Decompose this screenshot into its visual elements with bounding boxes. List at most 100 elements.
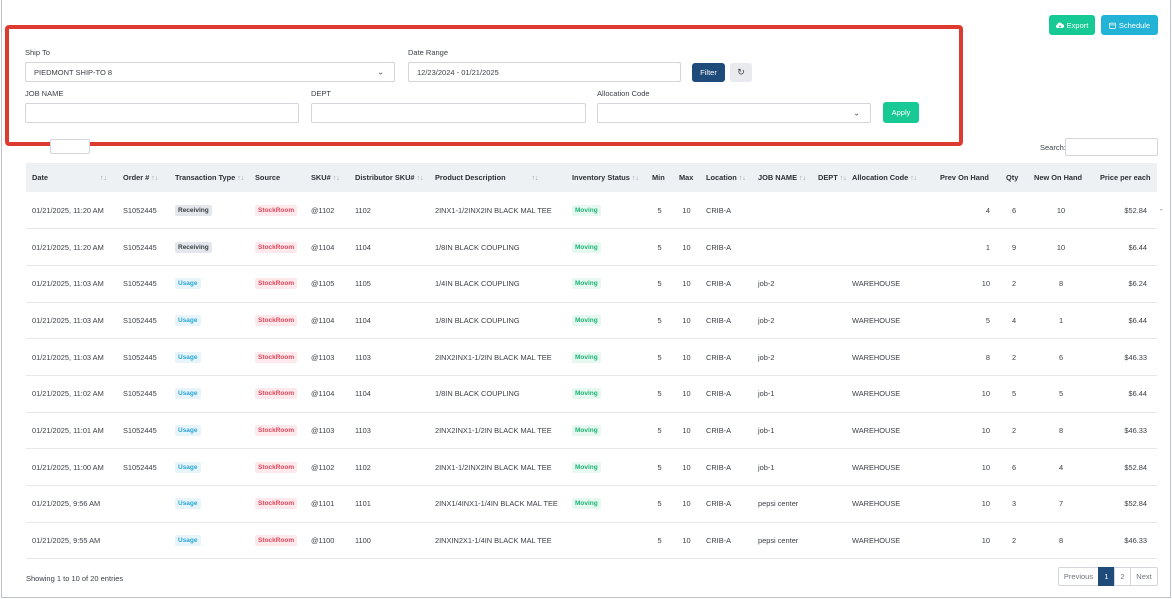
pagination: Previous 1 2 Next: [1058, 567, 1158, 586]
column-header[interactable]: Inventory Status ↑↓: [566, 163, 646, 192]
search-input[interactable]: [1065, 138, 1158, 156]
page-2-button[interactable]: 2: [1114, 567, 1131, 586]
sort-icon: ↑↓: [839, 175, 846, 182]
column-header[interactable]: Prev On Hand: [934, 163, 1000, 192]
sort-icon: ↑↓: [738, 175, 746, 182]
table-row[interactable]: 01/21/2025, 11:20 AM S1052445 Receiving Sto…: [26, 228, 1157, 266]
cell-price: $6.24: [1094, 265, 1157, 303]
cell-job-name: [752, 228, 812, 266]
dept-input[interactable]: [311, 103, 586, 123]
cell-price: $52.84: [1094, 192, 1157, 230]
cell-transaction-type: Usage: [169, 522, 249, 560]
table-row[interactable]: 01/21/2025, 11:20 AM S1052445 Receiving Sto…: [26, 192, 1157, 230]
table-header-row: Date ↑↓ Order # ↑↓ Transaction Type ↑↓ Sour…: [26, 163, 1157, 192]
cell-transaction-type: Usage: [169, 265, 249, 303]
allocation-code-select[interactable]: ⌄: [597, 103, 871, 123]
date-range-input[interactable]: 12/23/2024 - 01/21/2025: [408, 62, 681, 82]
table-row[interactable]: 01/21/2025, 11:01 AM S1052445 Usage StockRo…: [26, 412, 1157, 450]
column-header[interactable]: Min: [646, 163, 673, 192]
entries-per-page-select[interactable]: [50, 139, 90, 154]
transaction-type-badge: Usage: [175, 351, 201, 363]
column-header[interactable]: JOB NAME ↑↓: [752, 163, 812, 192]
cell-allocation-code: WAREHOUSE: [846, 448, 934, 486]
column-label: SKU#: [311, 173, 331, 182]
column-header[interactable]: Transaction Type ↑↓: [169, 163, 249, 192]
cell-order-number: S1052445: [117, 448, 169, 486]
cell-location: CRIB-A: [700, 375, 752, 413]
column-header[interactable]: Price per each: [1094, 163, 1157, 192]
cell-price: $46.33: [1094, 338, 1157, 376]
transactions-table: Date ↑↓ Order # ↑↓ Transaction Type ↑↓ Sour…: [26, 163, 1157, 560]
table-row[interactable]: 01/21/2025, 9:55 AM Usage StockRoom @1100 11…: [26, 522, 1157, 560]
sort-icon: ↑↓: [151, 175, 159, 182]
cell-job-name: [752, 192, 812, 230]
reset-button[interactable]: ↻: [730, 63, 752, 82]
schedule-button[interactable]: Schedule: [1101, 15, 1158, 35]
cell-allocation-code: WAREHOUSE: [846, 522, 934, 560]
apply-button[interactable]: Apply: [883, 102, 919, 123]
transaction-type-badge: Usage: [175, 461, 201, 473]
cell-date: 01/21/2025, 11:00 AM: [26, 448, 117, 486]
column-header[interactable]: DEPT ↑↓: [812, 163, 846, 192]
cell-inventory-status: Moving: [566, 338, 646, 376]
transaction-type-badge: Receiving: [175, 241, 212, 253]
job-name-input[interactable]: [25, 103, 299, 123]
cell-job-name: job-2: [752, 302, 812, 340]
cell-transaction-type: Receiving: [169, 192, 249, 230]
cell-distributor-sku: 1101: [349, 485, 429, 523]
cell-allocation-code: [846, 192, 934, 230]
column-header[interactable]: Qty: [1000, 163, 1028, 192]
table-row[interactable]: 01/21/2025, 9:56 AM Usage StockRoom @1101 11…: [26, 485, 1157, 523]
cell-source: StockRoom: [249, 265, 305, 303]
column-label: Max: [679, 173, 694, 182]
table-row[interactable]: 01/21/2025, 11:03 AM S1052445 Usage StockRo…: [26, 338, 1157, 376]
cell-min: 5: [646, 192, 673, 230]
page-1-button[interactable]: 1: [1098, 567, 1115, 586]
column-header[interactable]: Order # ↑↓: [117, 163, 169, 192]
status-badge: Moving: [572, 498, 601, 510]
column-header[interactable]: Distributor SKU# ↑↓: [349, 163, 429, 192]
filter-button[interactable]: Filter: [692, 63, 725, 82]
cell-transaction-type: Usage: [169, 485, 249, 523]
status-badge: Moving: [572, 461, 601, 473]
ship-to-select[interactable]: PIEDMONT SHIP-TO 8 ⌄: [25, 62, 395, 82]
export-button[interactable]: Export: [1049, 15, 1095, 35]
cell-dept: [812, 485, 846, 523]
sort-icon: ↑↓: [910, 175, 918, 182]
cell-price: $6.44: [1094, 228, 1157, 266]
cell-date: 01/21/2025, 11:02 AM: [26, 375, 117, 413]
cell-dept: [812, 228, 846, 266]
column-header[interactable]: Location ↑↓: [700, 163, 752, 192]
cell-qty: 2: [1000, 412, 1028, 450]
transaction-type-badge: Receiving: [175, 204, 212, 216]
table-row[interactable]: 01/21/2025, 11:03 AM S1052445 Usage StockRo…: [26, 265, 1157, 303]
cell-distributor-sku: 1104: [349, 302, 429, 340]
column-header[interactable]: Max: [673, 163, 700, 192]
cell-prev-on-hand: 8: [934, 338, 1000, 376]
table-row[interactable]: 01/21/2025, 11:00 AM S1052445 Usage StockRo…: [26, 448, 1157, 486]
status-badge: Moving: [572, 314, 601, 326]
previous-page-button[interactable]: Previous: [1058, 567, 1099, 586]
column-header[interactable]: Allocation Code ↑↓: [846, 163, 934, 192]
cell-job-name: job-2: [752, 338, 812, 376]
cell-new-on-hand: 6: [1028, 338, 1094, 376]
cell-inventory-status: Moving: [566, 265, 646, 303]
source-badge: StockRoom: [255, 535, 298, 547]
column-header[interactable]: SKU# ↑↓: [305, 163, 349, 192]
column-header[interactable]: Product Description ↑↓: [429, 163, 566, 192]
column-header[interactable]: Date ↑↓: [26, 163, 117, 192]
column-header[interactable]: New On Hand: [1028, 163, 1094, 192]
source-badge: StockRoom: [255, 314, 298, 326]
sort-icon: ↑↓: [631, 175, 639, 182]
status-badge: Moving: [572, 351, 601, 363]
next-page-button[interactable]: Next: [1130, 567, 1158, 586]
table-row[interactable]: 01/21/2025, 11:02 AM S1052445 Usage StockRo…: [26, 375, 1157, 413]
table-row[interactable]: 01/21/2025, 11:03 AM S1052445 Usage StockRo…: [26, 302, 1157, 340]
status-badge: Moving: [572, 241, 601, 253]
cell-new-on-hand: 10: [1028, 228, 1094, 266]
column-header[interactable]: Source: [249, 163, 305, 192]
cell-location: CRIB-A: [700, 265, 752, 303]
status-badge: Moving: [572, 424, 601, 436]
cell-max: 10: [673, 265, 700, 303]
column-label: Order #: [123, 173, 150, 182]
